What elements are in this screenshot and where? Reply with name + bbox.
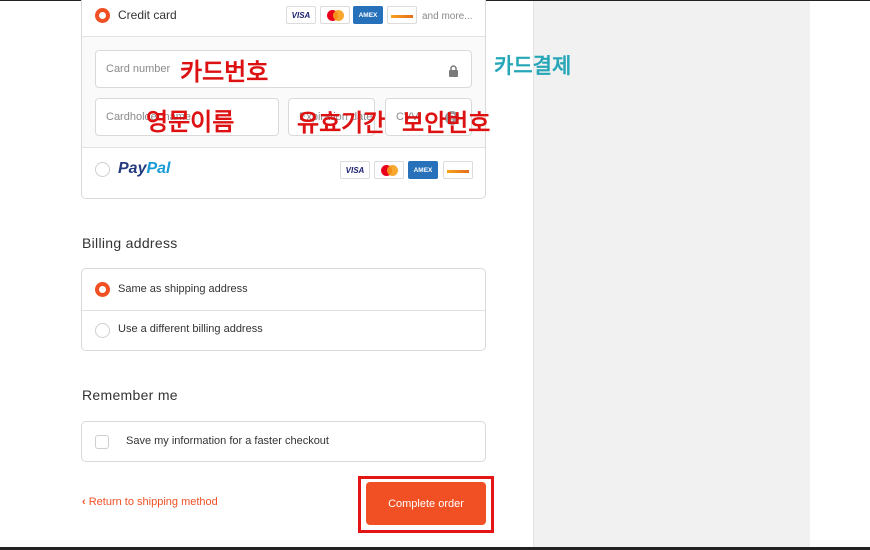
card-number-placeholder: Card number xyxy=(106,63,171,75)
different-billing-label: Use a different billing address xyxy=(118,323,263,335)
credit-card-label: Credit card xyxy=(118,8,177,22)
amex-icon: AMEX xyxy=(408,161,438,179)
save-info-checkbox[interactable] xyxy=(95,435,109,449)
card-number-field[interactable]: Card number xyxy=(95,50,472,88)
expiry-annotation: 유효기간 xyxy=(297,109,386,137)
different-billing-radio[interactable] xyxy=(95,323,110,338)
same-as-shipping-label: Same as shipping address xyxy=(118,283,248,295)
mastercard-icon xyxy=(374,161,404,179)
remember-me-box[interactable]: Save my information for a faster checkou… xyxy=(81,421,486,462)
discover-icon xyxy=(443,161,473,179)
visa-icon: VISA xyxy=(286,6,316,24)
paypal-logo: PayPal xyxy=(118,160,171,177)
paypal-option[interactable]: PayPal VISA AMEX xyxy=(82,149,485,197)
different-billing-option[interactable]: Use a different billing address xyxy=(82,311,485,351)
same-as-shipping-option[interactable]: Same as shipping address xyxy=(82,269,485,310)
more-cards-text: and more... xyxy=(422,11,473,22)
visa-icon: VISA xyxy=(340,161,370,179)
paypal-radio[interactable] xyxy=(95,162,110,177)
complete-order-button[interactable]: Complete order xyxy=(366,482,486,525)
billing-address-box: Same as shipping address Use a different… xyxy=(81,268,486,351)
lock-icon xyxy=(448,64,459,77)
discover-icon xyxy=(387,6,417,24)
amex-icon: AMEX xyxy=(353,6,383,24)
security-code-annotation: 보안번호 xyxy=(402,109,491,137)
mastercard-icon xyxy=(320,6,350,24)
save-info-label: Save my information for a faster checkou… xyxy=(126,435,329,447)
payment-method-box: Credit card VISA AMEX and more... Card n… xyxy=(81,0,486,199)
chevron-left-icon: ‹ xyxy=(82,496,89,508)
card-payment-annotation: 카드결제 xyxy=(494,54,572,78)
english-name-annotation: 영문이름 xyxy=(146,108,235,136)
order-summary-panel xyxy=(533,1,810,547)
same-as-shipping-radio[interactable] xyxy=(95,282,110,297)
card-number-annotation: 카드번호 xyxy=(180,58,269,86)
credit-card-radio[interactable] xyxy=(95,8,110,23)
remember-me-title: Remember me xyxy=(82,387,178,403)
return-to-shipping-link[interactable]: ‹ Return to shipping method xyxy=(82,496,218,508)
billing-address-title: Billing address xyxy=(82,235,178,251)
